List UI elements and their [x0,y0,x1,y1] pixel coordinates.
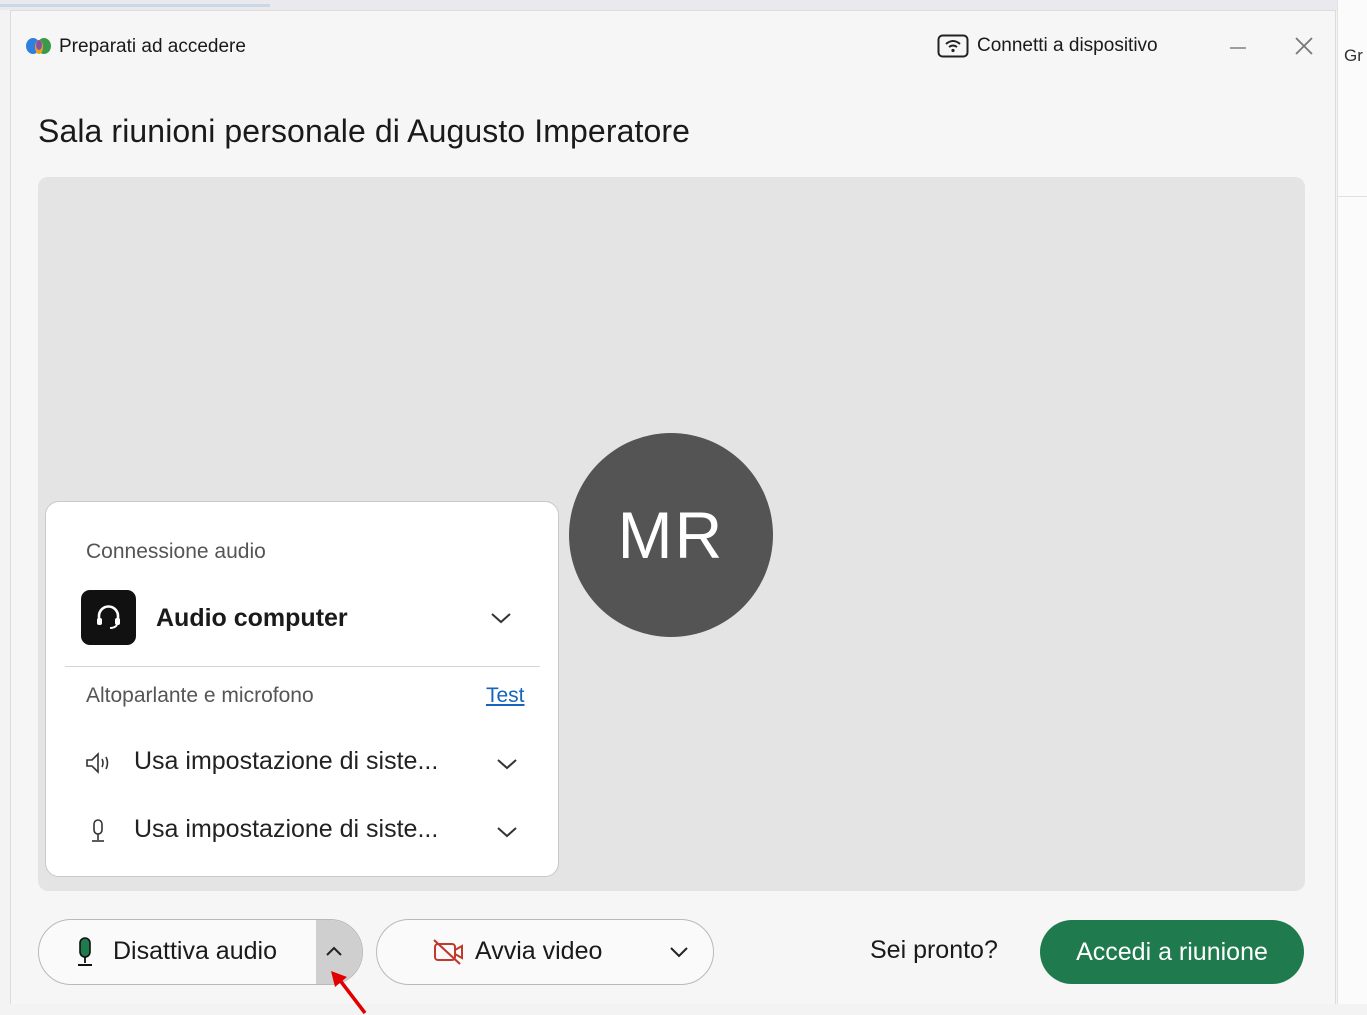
headset-icon [81,590,136,645]
devices-label: Altoparlante e microfono [86,684,314,707]
chevron-down-icon [670,947,688,958]
video-button-group: Avvia video [376,919,714,985]
background-app-edge: Gr [1337,0,1367,1004]
mute-button[interactable]: Disattiva audio [39,920,316,984]
audio-connection-label: Connessione audio [86,540,266,563]
connect-device-label: Connetti a dispositivo [977,35,1158,56]
red-arrow-annotation [331,971,367,1015]
microphone-icon [78,937,92,966]
mute-button-group: Disattiva audio [38,919,363,985]
speaker-value: Usa impostazione di siste... [134,747,439,775]
start-video-label: Avvia video [475,937,603,965]
ready-prompt: Sei pronto? [870,936,998,964]
chevron-down-icon [497,759,517,770]
window-title: Preparati ad accedere [59,36,246,57]
background-window-strip [0,0,1367,10]
start-video-button[interactable]: Avvia video [377,920,647,984]
minimize-icon[interactable] [1225,33,1251,59]
chevron-up-icon [326,946,342,956]
background-divider [1338,196,1367,197]
join-meeting-button[interactable]: Accedi a riunione [1040,920,1304,984]
test-audio-link[interactable]: Test [486,684,525,708]
speaker-icon [86,752,109,774]
video-off-icon [433,939,463,965]
video-options-toggle[interactable] [655,920,705,984]
close-icon[interactable] [1291,33,1317,59]
microphone-value: Usa impostazione di siste... [134,815,439,843]
webex-logo-icon [26,38,51,54]
audio-connection-select[interactable]: Audio computer [81,590,521,646]
avatar: MR [569,433,773,637]
cast-device-icon [937,34,969,58]
popover-divider [65,666,540,667]
microphone-icon [92,819,104,842]
chevron-down-icon [491,613,511,624]
connect-device-button[interactable]: Connetti a dispositivo [937,33,1158,59]
speaker-select[interactable]: Usa impostazione di siste... [84,742,524,782]
background-tab-highlight [0,4,270,7]
mute-label: Disattiva audio [113,937,277,965]
microphone-select[interactable]: Usa impostazione di siste... [84,810,524,850]
chevron-down-icon [497,827,517,838]
join-meeting-dialog: Preparati ad accedere Connetti a disposi… [10,10,1336,1015]
background-edge-text: Gr [1344,46,1363,65]
meeting-room-title: Sala riunioni personale di Augusto Imper… [38,113,691,149]
title-bar: Preparati ad accedere Connetti a disposi… [11,11,1335,71]
audio-connection-value: Audio computer [156,604,348,632]
audio-settings-popover: Connessione audio Audio computer Altopar… [45,501,559,877]
